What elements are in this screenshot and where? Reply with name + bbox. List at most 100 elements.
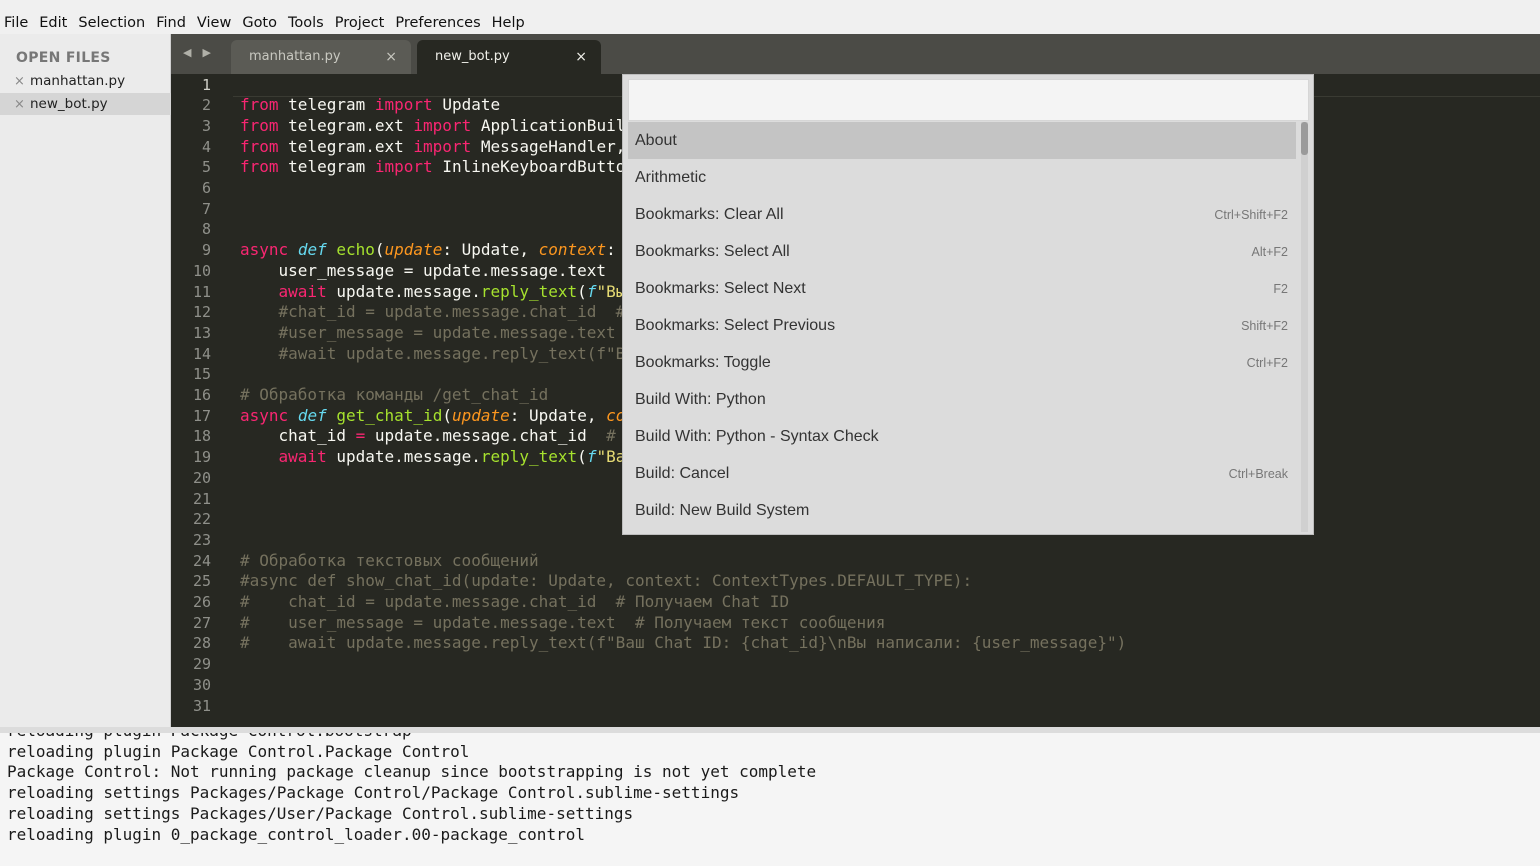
console-line: reloading plugin 0_package_control_loade… (7, 824, 585, 844)
tab-close-icon[interactable]: × (575, 40, 587, 74)
line-number: 4 (201, 137, 211, 156)
line-number: 12 (192, 303, 211, 322)
console-line: reloading settings Packages/User/Package… (7, 803, 634, 823)
scrollbar-thumb[interactable] (1301, 122, 1308, 155)
menu-selection[interactable]: Selection (74, 14, 152, 32)
line-number: 30 (192, 675, 211, 694)
command-list-scrollbar[interactable] (1301, 122, 1308, 532)
line-number: 13 (192, 323, 211, 342)
menu-bar: File Edit Selection Find View Goto Tools… (0, 0, 1540, 34)
command-item-label: Build With: Python (635, 390, 766, 408)
console-line: reloading plugin Package Control.Package… (7, 741, 470, 761)
command-item-shortcut: Ctrl+Break (1228, 466, 1288, 481)
tab-close-icon[interactable]: × (385, 40, 397, 74)
line-number: 20 (192, 468, 211, 487)
command-item-shortcut: Shift+F2 (1241, 318, 1288, 333)
line-number: 22 (192, 510, 211, 529)
close-icon[interactable]: × (14, 94, 30, 116)
command-item[interactable]: Arithmetic (628, 159, 1296, 196)
command-item-label: Bookmarks: Clear All (635, 205, 784, 223)
command-item[interactable]: About (628, 122, 1296, 159)
command-list: About Arithmetic Bookmarks: Clear All Ctrl+… (628, 122, 1296, 532)
line-number: 26 (192, 593, 211, 611)
command-item-shortcut: Ctrl+F2 (1246, 355, 1288, 370)
command-item-shortcut: Ctrl+Shift+F2 (1214, 207, 1288, 222)
line-number: 14 (192, 344, 211, 363)
console-line: reloading plugin Package Control.bootstr… (7, 727, 412, 740)
line-number: 29 (192, 655, 211, 674)
command-item[interactable]: Build With: Python - Syntax Check (628, 418, 1296, 455)
menu-edit[interactable]: Edit (35, 14, 74, 32)
line-number: 10 (192, 261, 211, 280)
menu-help[interactable]: Help (488, 14, 532, 32)
sidebar-file-new-bot[interactable]: × new_bot.py (0, 93, 171, 115)
command-item[interactable]: Bookmarks: Select Next F2 (628, 270, 1296, 307)
command-item-label: Build With: Python - Syntax Check (635, 427, 879, 445)
close-icon[interactable]: × (14, 71, 30, 93)
console-line: Package Control: Not running package cle… (7, 762, 817, 782)
command-item-label: Build: Cancel (635, 464, 730, 482)
command-item[interactable]: Bookmarks: Clear All Ctrl+Shift+F2 (628, 196, 1296, 233)
line-number: 11 (192, 282, 211, 301)
line-number: 18 (192, 427, 211, 446)
line-number: 6 (201, 179, 211, 197)
console-line: reloading settings Packages/Package Cont… (7, 783, 740, 803)
line-number: 9 (201, 241, 211, 260)
menu-goto[interactable]: Goto (238, 14, 284, 32)
tab-manhattan[interactable]: manhattan.py × (231, 40, 411, 74)
menu-view[interactable]: View (193, 14, 238, 32)
line-number: 23 (192, 530, 211, 549)
console-panel: reloading plugin Package Control.bootstr… (0, 727, 1540, 866)
line-number: 3 (201, 116, 211, 135)
sidebar-file-label: new_bot.py (30, 96, 108, 112)
line-number: 5 (201, 158, 211, 177)
console-output: reloading plugin Package Control.bootstr… (7, 727, 817, 845)
menu-preferences[interactable]: Preferences (391, 14, 487, 32)
line-number: 27 (192, 613, 211, 632)
command-palette: About Arithmetic Bookmarks: Clear All Ctrl+… (622, 74, 1314, 535)
line-number: 19 (192, 448, 211, 467)
sidebar-file-label: manhattan.py (30, 73, 126, 89)
command-item-label: Bookmarks: Select Previous (635, 316, 836, 334)
line-number: 15 (192, 365, 211, 384)
menu-file[interactable]: File (0, 14, 35, 32)
command-item-label: Bookmarks: Toggle (635, 353, 771, 371)
line-number: 28 (192, 634, 211, 653)
line-number: 31 (192, 696, 211, 715)
command-item[interactable]: Bookmarks: Select All Alt+F2 (628, 233, 1296, 270)
line-number: 16 (192, 386, 211, 404)
line-number: 7 (201, 199, 211, 218)
line-number: 17 (192, 406, 211, 425)
open-files-header: OPEN FILES (16, 50, 111, 66)
command-item-shortcut: Alt+F2 (1251, 244, 1288, 259)
tab-bar: ◀ ▶ manhattan.py × new_bot.py × (171, 34, 1540, 74)
tab-nav-arrows-icon[interactable]: ◀ ▶ (183, 46, 215, 59)
line-number: 1 (201, 75, 211, 94)
command-item[interactable]: Build: New Build System (628, 492, 1296, 529)
command-item[interactable]: Build: Cancel Ctrl+Break (628, 455, 1296, 492)
command-item[interactable]: Build With: Python (628, 381, 1296, 418)
line-number: 2 (201, 96, 211, 115)
menu-project[interactable]: Project (331, 14, 392, 32)
tab-new-bot[interactable]: new_bot.py × (417, 40, 601, 74)
menu-tools[interactable]: Tools (284, 14, 331, 32)
line-number: 8 (201, 220, 211, 239)
line-number: 21 (192, 489, 211, 508)
tab-label: manhattan.py (249, 49, 341, 64)
command-item-label: Bookmarks: Select All (635, 242, 790, 260)
command-item-label: Arithmetic (635, 168, 707, 186)
sidebar-file-manhattan[interactable]: × manhattan.py (0, 70, 171, 92)
sidebar: OPEN FILES × manhattan.py × new_bot.py (0, 34, 171, 727)
line-number-gutter: 1 2 3 4 5 6 7 8 9 10 11 12 13 14 15 16 17 18 19 20 21 22 23 24 2… (171, 74, 233, 727)
command-palette-input[interactable] (628, 79, 1309, 121)
command-item[interactable]: Bookmarks: Select Previous Shift+F2 (628, 307, 1296, 344)
line-number: 25 (192, 572, 211, 591)
command-item-label: Bookmarks: Select Next (635, 279, 806, 297)
command-item-shortcut: F2 (1273, 281, 1288, 296)
line-number: 24 (192, 551, 211, 570)
command-item-label: About (635, 131, 677, 149)
tab-label: new_bot.py (435, 49, 510, 64)
menu-find[interactable]: Find (152, 14, 193, 32)
command-item-label: Build: New Build System (635, 501, 810, 519)
command-item[interactable]: Bookmarks: Toggle Ctrl+F2 (628, 344, 1296, 381)
